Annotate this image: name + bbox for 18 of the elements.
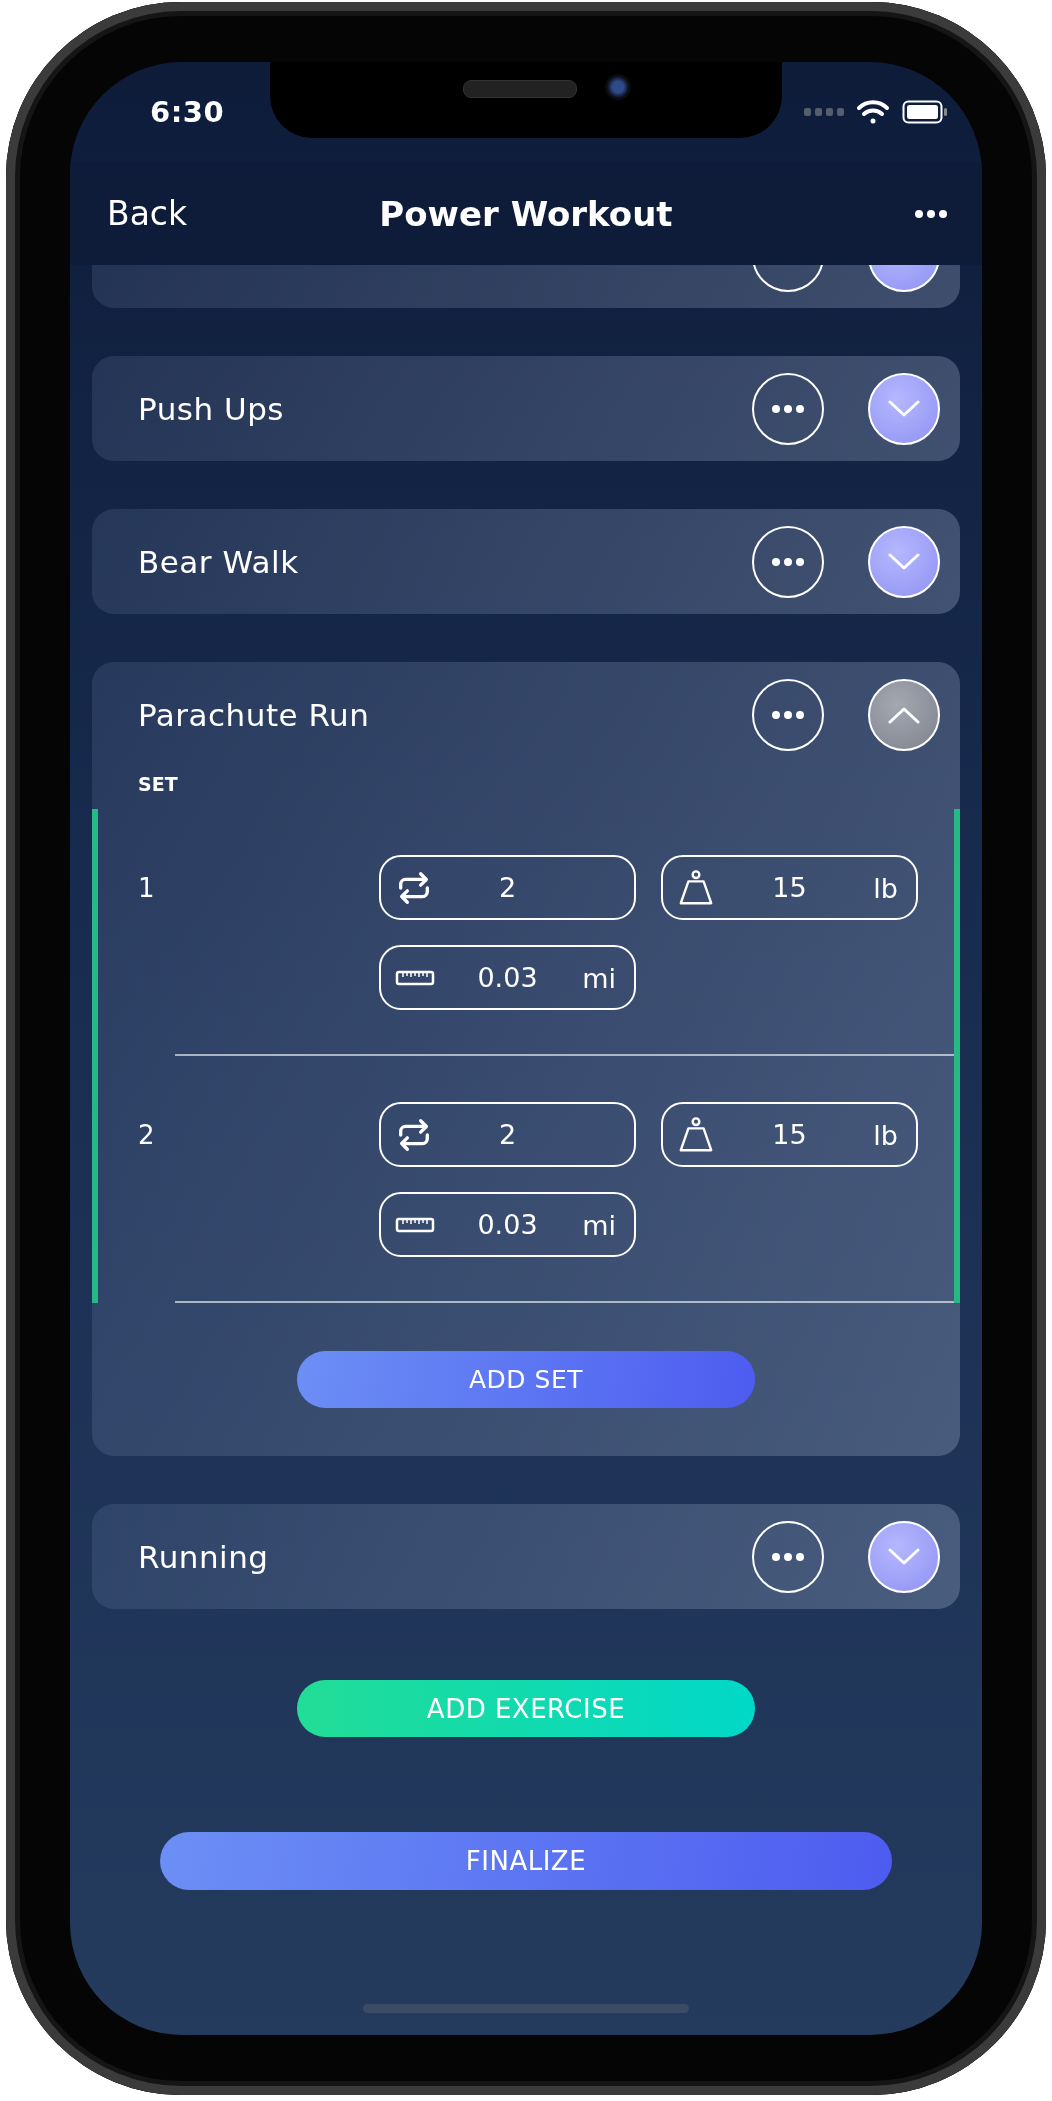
exercise-name: Parachute Run — [138, 696, 370, 733]
weight-field[interactable]: 15 lb — [661, 855, 918, 920]
set-label: SET — [138, 773, 178, 795]
reps-field[interactable]: 2 — [379, 1102, 636, 1167]
distance-field[interactable]: 0.03 mi — [379, 945, 636, 1010]
set-number: 2 — [138, 1120, 155, 1150]
add-set-button[interactable]: ADD SET — [297, 1351, 755, 1408]
screen-title: Power Workout — [379, 193, 673, 234]
exercise-name: Push Ups — [138, 390, 284, 427]
exercise-name: Bear Walk — [138, 543, 299, 580]
status-time: 6:30 — [150, 95, 225, 129]
distance-field[interactable]: 0.03 mi — [379, 1192, 636, 1257]
finalize-button[interactable]: FINALIZE — [160, 1832, 892, 1890]
weight-field[interactable]: 15 lb — [661, 1102, 918, 1167]
back-button[interactable]: Back — [107, 194, 188, 233]
exercise-name: Running — [138, 1538, 269, 1575]
reps-field[interactable]: 2 — [379, 855, 636, 920]
set-number: 1 — [138, 873, 155, 903]
